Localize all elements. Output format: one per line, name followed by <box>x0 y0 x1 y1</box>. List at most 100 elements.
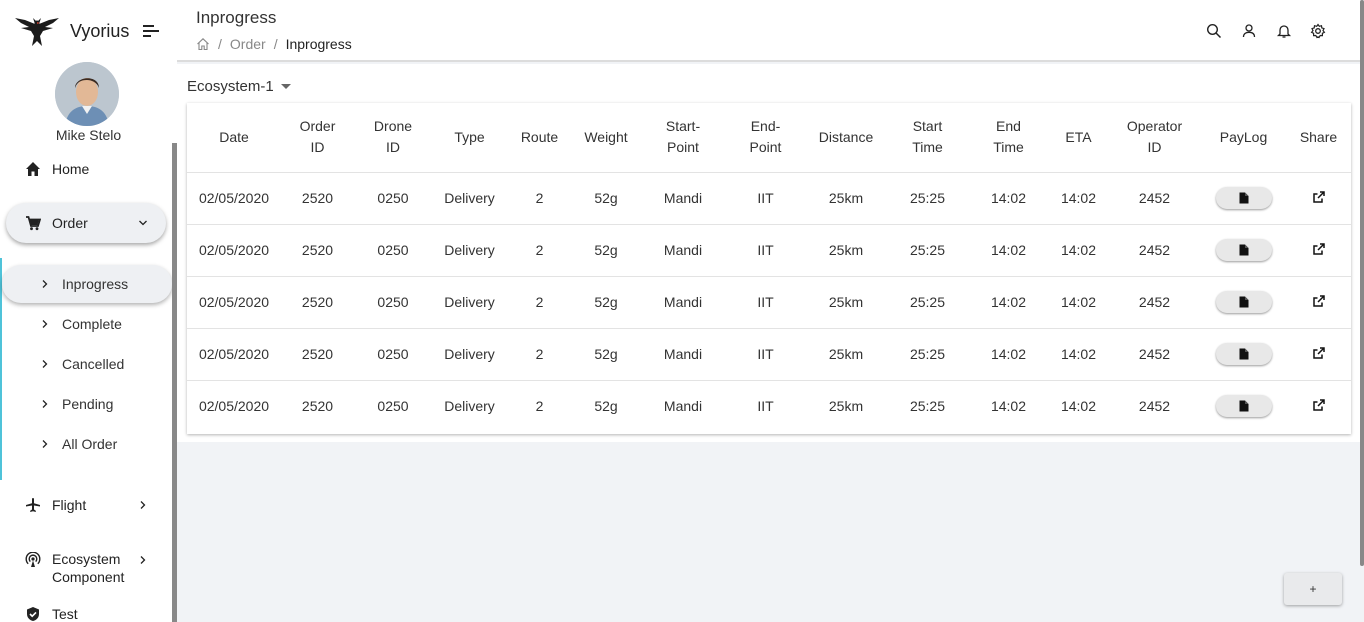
column-header: Date <box>187 103 281 173</box>
table-cell: Delivery <box>432 224 507 277</box>
page-scrollbar[interactable] <box>1360 0 1364 566</box>
sidebar-item-order[interactable]: Order <box>0 212 172 234</box>
ecosystem-select-value: Ecosystem-1 <box>187 78 274 95</box>
breadcrumb-order-link[interactable]: Order <box>230 36 266 52</box>
table-cell: IIT <box>726 328 805 381</box>
column-header-text: End- <box>750 118 781 135</box>
airplane-icon <box>24 496 42 514</box>
table-cell: 14:02 <box>968 276 1049 329</box>
share-cell <box>1286 172 1351 225</box>
table-cell: Mandi <box>640 328 726 381</box>
table-cell: 02/05/2020 <box>198 398 270 415</box>
avatar[interactable] <box>55 62 119 126</box>
paylog-button[interactable] <box>1215 239 1272 261</box>
share-icon[interactable] <box>1312 190 1326 204</box>
table-cell: 14:02 <box>1060 398 1097 415</box>
share-icon[interactable] <box>1312 242 1326 256</box>
table-cell: Mandi <box>640 276 726 329</box>
add-button[interactable]: + <box>1284 573 1342 605</box>
chevron-right-icon <box>140 556 146 564</box>
breadcrumb-separator: / <box>273 36 278 52</box>
paylog-button[interactable] <box>1215 395 1272 418</box>
table-cell: 14:02 <box>1049 172 1108 225</box>
sidebar-item-flight[interactable]: Flight <box>0 494 172 516</box>
user-name: Mike Stelo <box>55 127 122 143</box>
column-header-text: Type <box>454 128 485 145</box>
gear-icon[interactable] <box>1310 23 1326 39</box>
table-cell: 25km <box>805 328 887 381</box>
user-icon[interactable] <box>1241 23 1257 39</box>
column-header: End Time <box>968 103 1049 173</box>
bell-icon[interactable] <box>1276 23 1292 39</box>
share-cell <box>1286 276 1351 329</box>
sidebar-sub-inprogress[interactable]: Inprogress <box>0 274 172 294</box>
share-cell <box>1286 328 1351 381</box>
column-header-text: Operator <box>1126 118 1183 135</box>
column-header: Distance <box>805 103 887 173</box>
column-header: Share <box>1286 103 1351 173</box>
ecosystem-select[interactable]: Ecosystem-1 <box>187 78 291 95</box>
sidebar-item-label: Flight <box>52 497 87 513</box>
caret-down-icon <box>280 84 291 89</box>
table-cell: 0250 <box>354 172 432 225</box>
column-header-text: Time <box>993 139 1024 156</box>
table-cell: 2520 <box>281 328 354 381</box>
table-body: 02/05/2020 2520 0250 Delivery 2 52g Mandi IIT 25… <box>187 172 1351 432</box>
brand-name: Vyorius <box>70 20 130 41</box>
paylog-button[interactable] <box>1215 187 1272 209</box>
antenna-icon <box>24 551 42 569</box>
sidebar-sub-all-order[interactable]: All Order <box>0 434 172 454</box>
table-cell: 2452 <box>1108 276 1201 329</box>
chevron-down-icon <box>139 220 147 226</box>
share-cell <box>1286 224 1351 277</box>
share-icon[interactable] <box>1312 398 1326 412</box>
sidebar-sub-pending[interactable]: Pending <box>0 394 172 414</box>
sidebar-item-test[interactable]: Test <box>0 604 172 622</box>
table-cell: 2452 <box>1108 328 1201 381</box>
table-cell: 52g <box>572 276 640 329</box>
sidebar-item-home[interactable]: Home <box>0 158 172 180</box>
document-icon <box>1239 244 1249 256</box>
home-outline-icon[interactable] <box>196 37 210 51</box>
table-cell: IIT <box>726 276 805 329</box>
document-icon <box>1239 400 1249 412</box>
column-header-text: Distance <box>818 128 874 145</box>
table-cell: 14:02 <box>968 172 1049 225</box>
table-cell: 14:02 <box>968 328 1049 381</box>
table-cell: 25:25 <box>887 276 968 329</box>
table-cell: 0250 <box>354 328 432 381</box>
table-cell: IIT <box>726 224 805 277</box>
menu-toggle-icon[interactable] <box>143 25 159 37</box>
table-cell: Delivery <box>432 328 507 381</box>
table-cell: 2520 <box>281 224 354 277</box>
column-header: Type <box>432 103 507 173</box>
table-cell: Mandi <box>640 172 726 225</box>
search-icon[interactable] <box>1206 23 1222 39</box>
column-header-text: Route <box>520 128 559 145</box>
paylog-cell <box>1201 224 1286 277</box>
share-icon[interactable] <box>1312 346 1326 360</box>
table-cell: 25km <box>805 172 887 225</box>
sidebar-sub-complete[interactable]: Complete <box>0 314 172 334</box>
table-cell: 2520 <box>281 276 354 329</box>
column-header-text: Drone <box>373 118 413 135</box>
sidebar-item-ecosystem-component[interactable]: Ecosystem Component <box>0 550 172 586</box>
table-cell: 52g <box>572 328 640 381</box>
sidebar-sub-cancelled[interactable]: Cancelled <box>0 354 172 374</box>
paylog-button[interactable] <box>1215 343 1272 365</box>
column-header: End- Point <box>726 103 805 173</box>
document-icon <box>1239 348 1249 360</box>
share-icon[interactable] <box>1312 294 1326 308</box>
table-cell: Delivery <box>432 276 507 329</box>
shield-check-icon <box>24 605 42 622</box>
home-icon <box>24 160 42 178</box>
brand[interactable]: Vyorius <box>15 14 129 48</box>
column-header: Start- Point <box>640 103 726 173</box>
table-cell: Mandi <box>663 398 703 415</box>
table-cell: 02/05/2020 <box>187 172 281 225</box>
table-row: 02/05/2020 2520 0250 Delivery 2 52g Mandi IIT 25… <box>187 172 1351 225</box>
table-cell: 14:02 <box>1049 328 1108 381</box>
table-cell: 25:25 <box>909 398 946 415</box>
table-cell: 2 <box>507 276 572 329</box>
paylog-button[interactable] <box>1215 291 1272 313</box>
